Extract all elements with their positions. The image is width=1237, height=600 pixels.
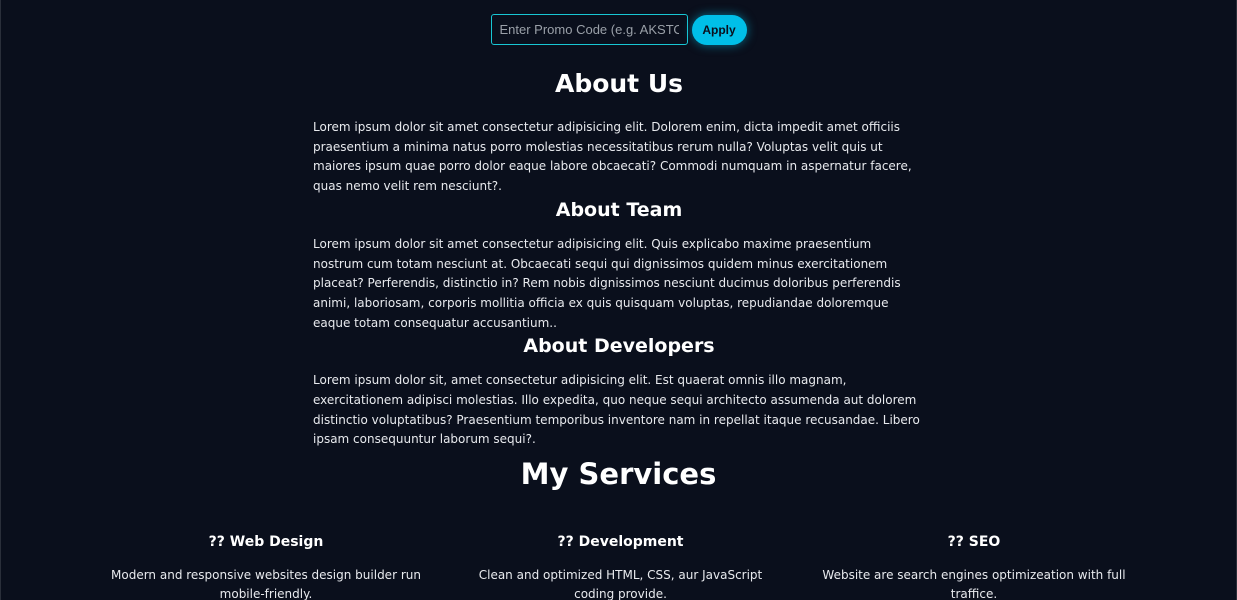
- service-card-web-design: ?? Web Design Modern and responsive webs…: [91, 532, 441, 600]
- service-title: ?? SEO: [947, 534, 1001, 550]
- about-team-heading: About Team: [555, 198, 683, 221]
- service-description: Website are search engines optimizeation…: [822, 568, 1126, 600]
- about-us-text: Lorem ipsum dolor sit amet consectetur a…: [313, 120, 912, 194]
- apply-button[interactable]: Apply: [691, 14, 747, 45]
- page: Apply About Us Lorem ipsum dolor sit ame…: [0, 0, 1237, 600]
- about-section: About Us Lorem ipsum dolor sit amet cons…: [313, 66, 925, 450]
- service-description: Clean and optimized HTML, CSS, aur JavaS…: [478, 568, 763, 600]
- service-description: Modern and responsive websites design bu…: [111, 568, 421, 600]
- about-us-heading: About Us: [554, 69, 684, 98]
- promo-bar: Apply: [1, 14, 1236, 45]
- promo-code-input[interactable]: [490, 14, 688, 45]
- about-developers-heading: About Developers: [523, 335, 715, 358]
- about-team-text: Lorem ipsum dolor sit amet consectetur a…: [313, 236, 901, 330]
- service-title: ?? Development: [557, 534, 684, 550]
- services-heading: My Services: [520, 457, 717, 491]
- about-developers-text: Lorem ipsum dolor sit, amet consectetur …: [313, 373, 920, 447]
- service-card-development: ?? Development Clean and optimized HTML,…: [463, 532, 778, 600]
- service-title: ?? Web Design: [208, 534, 324, 550]
- service-card-seo: ?? SEO Website are search engines optimi…: [799, 532, 1149, 600]
